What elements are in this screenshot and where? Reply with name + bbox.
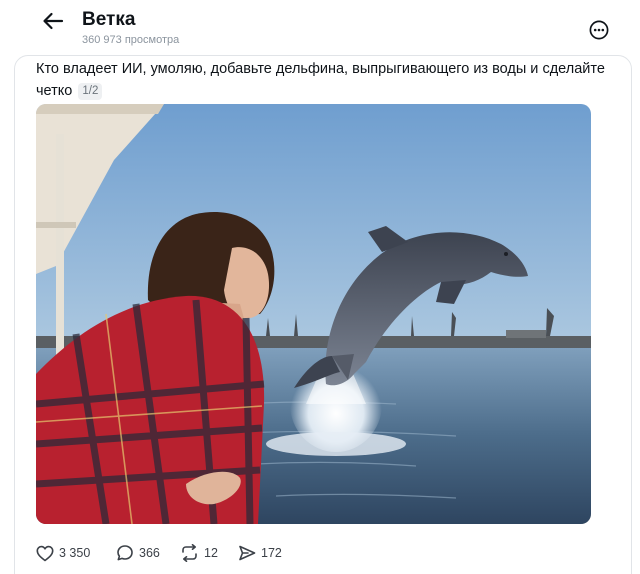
media-counter-badge: 1/2 — [78, 83, 103, 100]
post-image[interactable] — [36, 104, 591, 524]
post-text: Кто владеет ИИ, умоляю, добавьте дельфин… — [36, 61, 605, 99]
back-button[interactable] — [38, 8, 68, 34]
post-body: Кто владеет ИИ, умоляю, добавьте дельфин… — [36, 58, 616, 102]
heart-icon — [36, 545, 54, 561]
send-icon — [239, 545, 256, 561]
share-button[interactable]: 172 — [238, 540, 282, 566]
page-title: Ветка — [82, 9, 136, 30]
share-count: 172 — [261, 546, 282, 560]
arrow-left-icon — [43, 12, 64, 30]
post-actions: 3 350 366 12 172 — [0, 540, 640, 566]
repost-button[interactable]: 12 — [180, 540, 218, 566]
reply-button[interactable]: 366 — [116, 540, 160, 566]
repost-count: 12 — [204, 546, 218, 560]
view-count: 360 973 просмотра — [82, 34, 180, 46]
repost-icon — [182, 544, 197, 562]
like-count: 3 350 — [59, 546, 91, 560]
more-options-button[interactable] — [588, 19, 610, 41]
reply-count: 366 — [139, 546, 160, 560]
top-bar: Ветка 360 973 просмотра — [0, 0, 640, 56]
more-circle-icon — [589, 20, 609, 40]
like-button[interactable]: 3 350 — [36, 540, 90, 566]
comment-icon — [117, 545, 133, 561]
girl-dolphin-photo — [36, 104, 591, 524]
